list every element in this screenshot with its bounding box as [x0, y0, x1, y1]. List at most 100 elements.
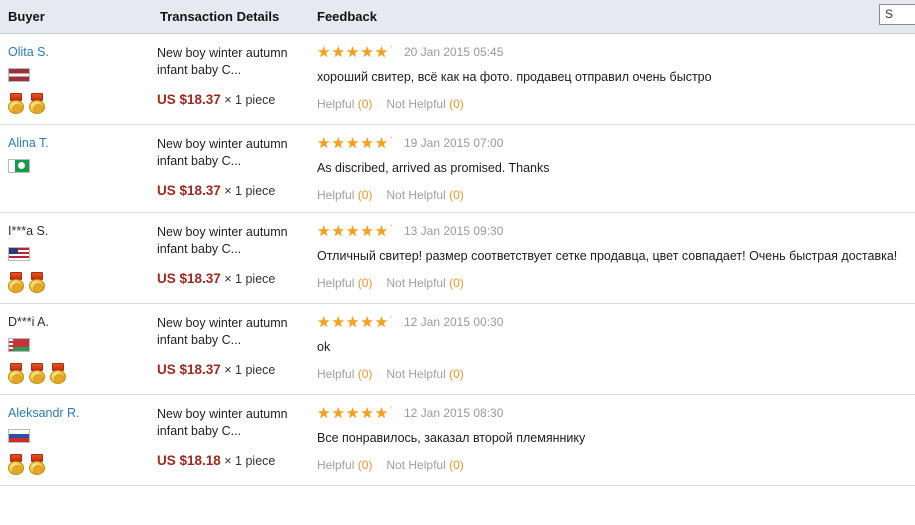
feedback-date: 12 Jan 2015 08:30 [403, 406, 504, 420]
buyer-name-link[interactable]: Olita S. [8, 45, 152, 59]
helpful-count: (0) [357, 187, 373, 202]
feedback-header: ★★★★★ ' 12 Jan 2015 08:30 [317, 404, 915, 421]
medal-icon [8, 92, 24, 114]
feedback-header: ★★★★★ ' 12 Jan 2015 00:30 [317, 313, 915, 331]
medal-icon [29, 362, 45, 384]
star-rating-tick: ' [390, 222, 392, 233]
table-row: Alina T. New boy winter autumn infant bab… [0, 124, 915, 213]
table-row: D***i A. New boy winter autumn infant bab… [0, 303, 915, 395]
medal-icon [29, 271, 45, 293]
price-line: US $18.37 × 1 piece [157, 271, 312, 286]
helpful-button[interactable]: Helpful (0) [317, 97, 372, 111]
star-rating-tick: ' [390, 404, 392, 415]
helpful-label: Helpful [317, 457, 355, 472]
table-row: Olita S. New boy winter autumn infant bab… [0, 33, 915, 125]
feedback-header: ★★★★★ ' 19 Jan 2015 07:00 [317, 135, 915, 151]
table-header: Buyer Transaction Details Feedback S [0, 0, 915, 34]
feedback-actions: Helpful (0) Not Helpful (0) [317, 97, 915, 111]
medal-icon [8, 362, 24, 384]
helpful-button[interactable]: Helpful (0) [317, 458, 372, 472]
buyer-medals [8, 271, 152, 293]
feedback-date: 19 Jan 2015 07:00 [403, 136, 504, 150]
feedback-comment: Все понравилось, заказал второй племянни… [317, 430, 586, 445]
feedback-comment: As discribed, arrived as promised. Thank… [317, 160, 550, 175]
star-rating-icon: ★★★★★ [317, 43, 390, 61]
medal-icon [8, 271, 24, 293]
column-header-transaction-details[interactable]: Transaction Details [152, 0, 312, 34]
feedback-cell: ★★★★★ ' 12 Jan 2015 00:30 ok Helpful (0) Not … [312, 303, 915, 395]
helpful-button[interactable]: Helpful (0) [317, 188, 372, 202]
item-quantity: × 1 piece [224, 453, 276, 468]
price-line: US $18.37 × 1 piece [157, 92, 312, 107]
column-header-feedback-label: Feedback [317, 8, 377, 24]
helpful-count: (0) [357, 366, 373, 381]
helpful-count: (0) [357, 96, 373, 111]
transaction-cell: New boy winter autumn infant baby C... US… [152, 124, 312, 213]
helpful-count: (0) [357, 275, 373, 290]
item-title[interactable]: New boy winter autumn infant baby C... [157, 315, 312, 349]
not-helpful-button[interactable]: Not Helpful (0) [386, 276, 463, 290]
helpful-label: Helpful [317, 275, 355, 290]
item-price: US $18.37 [157, 91, 221, 107]
star-rating-icon: ★★★★★ [317, 313, 390, 331]
buyer-name-link[interactable]: D***i A. [8, 315, 152, 329]
item-quantity: × 1 piece [224, 362, 276, 377]
transaction-cell: New boy winter autumn infant baby C... US… [152, 394, 312, 486]
feedback-header: ★★★★★ ' 20 Jan 2015 05:45 [317, 43, 915, 61]
belarus-flag [8, 337, 30, 352]
buyer-medals [8, 453, 152, 475]
table-body: Olita S. New boy winter autumn infant bab… [0, 33, 915, 486]
buyer-name-link[interactable]: I***a S. [8, 224, 152, 238]
buyer-medals [8, 92, 152, 114]
not-helpful-count: (0) [449, 187, 464, 202]
not-helpful-button[interactable]: Not Helpful (0) [386, 458, 463, 472]
feedback-cell: ★★★★★ ' 20 Jan 2015 05:45 хороший свитер, в… [312, 33, 915, 125]
item-quantity: × 1 piece [224, 271, 276, 286]
not-helpful-label: Not Helpful [386, 366, 446, 381]
item-title[interactable]: New boy winter autumn infant baby C... [157, 45, 312, 79]
table-row: Aleksandr R. New boy winter autumn infant… [0, 394, 915, 486]
latvia-flag [8, 67, 30, 82]
medal-icon [50, 362, 66, 384]
not-helpful-button[interactable]: Not Helpful (0) [386, 367, 463, 381]
not-helpful-count: (0) [449, 366, 464, 381]
item-quantity: × 1 piece [224, 183, 276, 198]
helpful-label: Helpful [317, 96, 355, 111]
helpful-button[interactable]: Helpful (0) [317, 276, 372, 290]
buyer-name-link[interactable]: Aleksandr R. [8, 406, 152, 420]
star-rating-tick: ' [390, 313, 392, 324]
feedback-header: ★★★★★ ' 13 Jan 2015 09:30 [317, 222, 915, 239]
buyer-cell: Alina T. [0, 124, 152, 213]
table-row: I***a S. New boy winter autumn infant bab… [0, 212, 915, 304]
feedback-actions: Helpful (0) Not Helpful (0) [317, 276, 915, 290]
buyer-cell: D***i A. [0, 303, 152, 395]
not-helpful-button[interactable]: Not Helpful (0) [386, 97, 463, 111]
medal-icon [8, 453, 24, 475]
item-title[interactable]: New boy winter autumn infant baby C... [157, 136, 312, 170]
item-title[interactable]: New boy winter autumn infant baby C... [157, 224, 312, 258]
price-line: US $18.18 × 1 piece [157, 453, 312, 468]
feedback-actions: Helpful (0) Not Helpful (0) [317, 188, 915, 202]
sort-select[interactable]: S [879, 4, 915, 25]
feedback-actions: Helpful (0) Not Helpful (0) [317, 458, 915, 472]
russia-flag [8, 428, 30, 443]
transaction-cell: New boy winter autumn infant baby C... US… [152, 303, 312, 395]
medal-icon [29, 92, 45, 114]
helpful-button[interactable]: Helpful (0) [317, 367, 372, 381]
feedback-date: 12 Jan 2015 00:30 [403, 315, 504, 329]
item-title[interactable]: New boy winter autumn infant baby C... [157, 406, 312, 440]
buyer-medals [8, 362, 152, 384]
not-helpful-label: Not Helpful [386, 187, 446, 202]
pakistan-flag [8, 158, 30, 173]
not-helpful-button[interactable]: Not Helpful (0) [386, 188, 463, 202]
helpful-label: Helpful [317, 187, 355, 202]
column-header-feedback[interactable]: Feedback S [312, 0, 915, 34]
column-header-buyer[interactable]: Buyer [0, 0, 152, 34]
feedback-date: 20 Jan 2015 05:45 [403, 45, 504, 59]
buyer-name-link[interactable]: Alina T. [8, 136, 152, 150]
not-helpful-label: Not Helpful [386, 96, 446, 111]
item-price: US $18.37 [157, 270, 221, 286]
transaction-cell: New boy winter autumn infant baby C... US… [152, 212, 312, 304]
feedback-comment: хороший свитер, всё как на фото. продаве… [317, 69, 712, 84]
star-rating-tick: ' [390, 43, 392, 54]
